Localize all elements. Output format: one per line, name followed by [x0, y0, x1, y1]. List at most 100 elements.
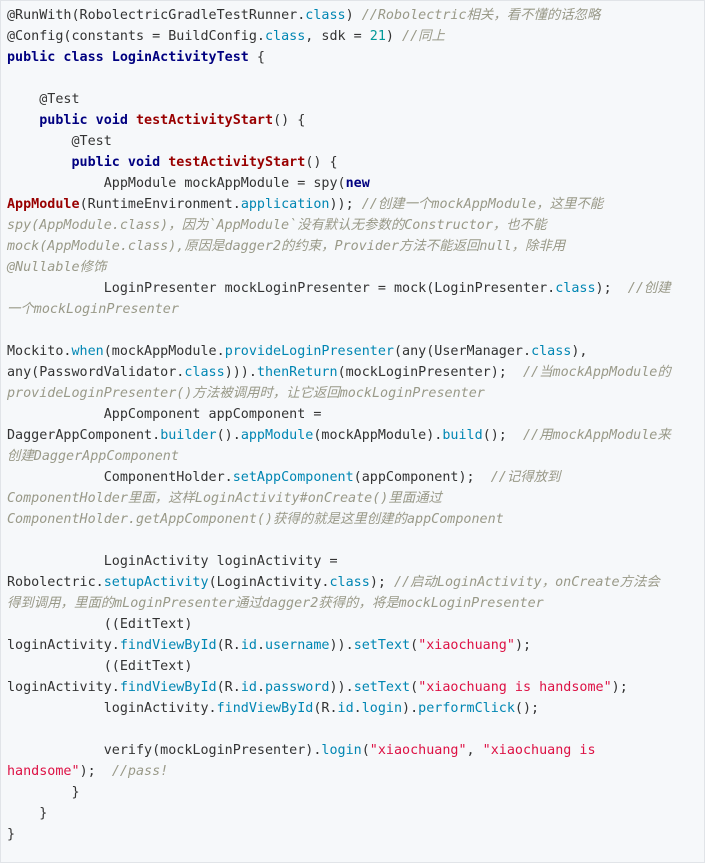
code-line: spy(AppModule.class)，因为`AppModule`没有默认无参… [7, 215, 698, 236]
code-token: //记得放到 [490, 470, 561, 485]
code-token: (R. [216, 680, 241, 695]
code-token: AppModule mockAppModule = spy( [7, 176, 346, 191]
code-line: @Test [7, 89, 698, 110]
code-token: ( [361, 743, 370, 758]
code-line: loginActivity.findViewById(R.id.password… [7, 677, 698, 698]
code-token: class [184, 365, 225, 380]
code-line: 创建DaggerAppComponent [7, 446, 698, 467]
code-token: } [7, 827, 16, 842]
code-token: . [256, 638, 265, 653]
code-token: "xiaochuang is handsome" [418, 680, 612, 695]
code-token: (appComponent); [353, 470, 491, 485]
code-token: class [555, 281, 596, 296]
code-token: loginActivity. [7, 701, 217, 716]
code-token: LoginPresenter mockLoginPresenter = mock… [7, 281, 556, 296]
code-token: setText [353, 680, 411, 695]
code-line: DaggerAppComponent.builder().appModule(m… [7, 425, 698, 446]
code-line: public void testActivityStart() { [7, 110, 698, 131]
code-token: , sdk = [305, 29, 370, 44]
code-token: performClick [418, 701, 515, 716]
code-token: ) [385, 29, 403, 44]
code-token: (R. [216, 638, 241, 653]
code-token: findViewById [119, 638, 217, 653]
code-token: () { [305, 155, 338, 170]
code-token: password [265, 680, 330, 695]
code-token: @Test [7, 92, 80, 107]
code-token: findViewById [216, 701, 314, 716]
code-token: new [345, 176, 370, 191]
code-token: //pass! [111, 764, 169, 779]
code-token: findViewById [119, 680, 217, 695]
code-token: ( [410, 680, 419, 695]
code-line: LoginPresenter mockLoginPresenter = mock… [7, 278, 698, 299]
code-line: loginActivity.findViewById(R.id.username… [7, 635, 698, 656]
code-token: 一个mockLoginPresenter [7, 302, 179, 317]
code-token: } [7, 806, 48, 821]
code-line: AppModule mockAppModule = spy(new [7, 173, 698, 194]
code-line: Mockito.when(mockAppModule.provideLoginP… [7, 341, 698, 362]
code-token: LoginActivity loginActivity = [7, 554, 338, 569]
code-line: @Test [7, 131, 698, 152]
code-token: (R. [313, 701, 338, 716]
code-token: AppModule [7, 197, 80, 212]
code-line: AppComponent appComponent = [7, 404, 698, 425]
code-token: @Test [7, 134, 112, 149]
code-token: ), [571, 344, 588, 359]
code-line: } [7, 782, 698, 803]
code-token: setAppComponent [232, 470, 354, 485]
code-line: @Nullable修饰 [7, 257, 698, 278]
code-token: login [321, 743, 362, 758]
code-line: @RunWith(RobolectricGradleTestRunner.cla… [7, 5, 698, 26]
code-token: class [329, 575, 370, 590]
code-token: setupActivity [103, 575, 209, 590]
code-token: class [264, 29, 306, 44]
code-token: id [337, 701, 354, 716]
code-token: //Robolectric相关，看不懂的话忽略 [361, 8, 601, 23]
code-token: //当mockAppModule的 [523, 365, 671, 380]
code-token: //创建一个mockAppModule，这里不能 [361, 197, 604, 212]
code-token: loginActivity. [7, 680, 120, 695]
code-token: ComponentHolder里面，这样LoginActivity#onCrea… [7, 491, 442, 506]
code-token: Mockito. [7, 344, 72, 359]
code-token: DaggerAppComponent. [7, 428, 161, 443]
code-token: Robolectric. [7, 575, 104, 590]
code-token: testActivityStart [136, 113, 274, 128]
code-token: (mockAppModule). [313, 428, 443, 443]
code-line: public class LoginActivityTest { [7, 47, 698, 68]
code-token: () { [273, 113, 306, 128]
code-token: )). [329, 638, 354, 653]
code-token: //用mockAppModule来 [523, 428, 671, 443]
code-token: ))). [224, 365, 257, 380]
code-token: (). [216, 428, 241, 443]
code-token: thenReturn [256, 365, 338, 380]
code-token: AppComponent appComponent = [7, 407, 322, 422]
code-token: )). [329, 680, 354, 695]
code-token: class [305, 8, 346, 23]
code-token: { [248, 50, 265, 65]
code-token: (mockAppModule. [103, 344, 225, 359]
code-token: testActivityStart [168, 155, 306, 170]
code-token: (RuntimeEnvironment. [79, 197, 241, 212]
code-token: public void [39, 113, 128, 128]
code-token: "xiaochuang" [369, 743, 467, 758]
code-token: 创建DaggerAppComponent [7, 449, 179, 464]
code-token: application [240, 197, 330, 212]
code-line: @Config(constants = BuildConfig.class, s… [7, 26, 698, 47]
code-token: ); [79, 764, 112, 779]
code-token: builder [160, 428, 217, 443]
code-token: (LoginActivity. [208, 575, 330, 590]
code-token: //启动LoginActivity，onCreate方法会 [394, 575, 660, 590]
code-token: build [442, 428, 483, 443]
code-token: ); [369, 575, 394, 590]
code-line: ComponentHolder.getAppComponent()获得的就是这里… [7, 509, 698, 530]
code-token: "xiaochuang" [418, 638, 515, 653]
code-token: @RunWith(RobolectricGradleTestRunner. [7, 8, 306, 23]
code-token: @Nullable修饰 [7, 260, 107, 275]
code-line: 一个mockLoginPresenter [7, 299, 698, 320]
code-token: public void [71, 155, 161, 170]
